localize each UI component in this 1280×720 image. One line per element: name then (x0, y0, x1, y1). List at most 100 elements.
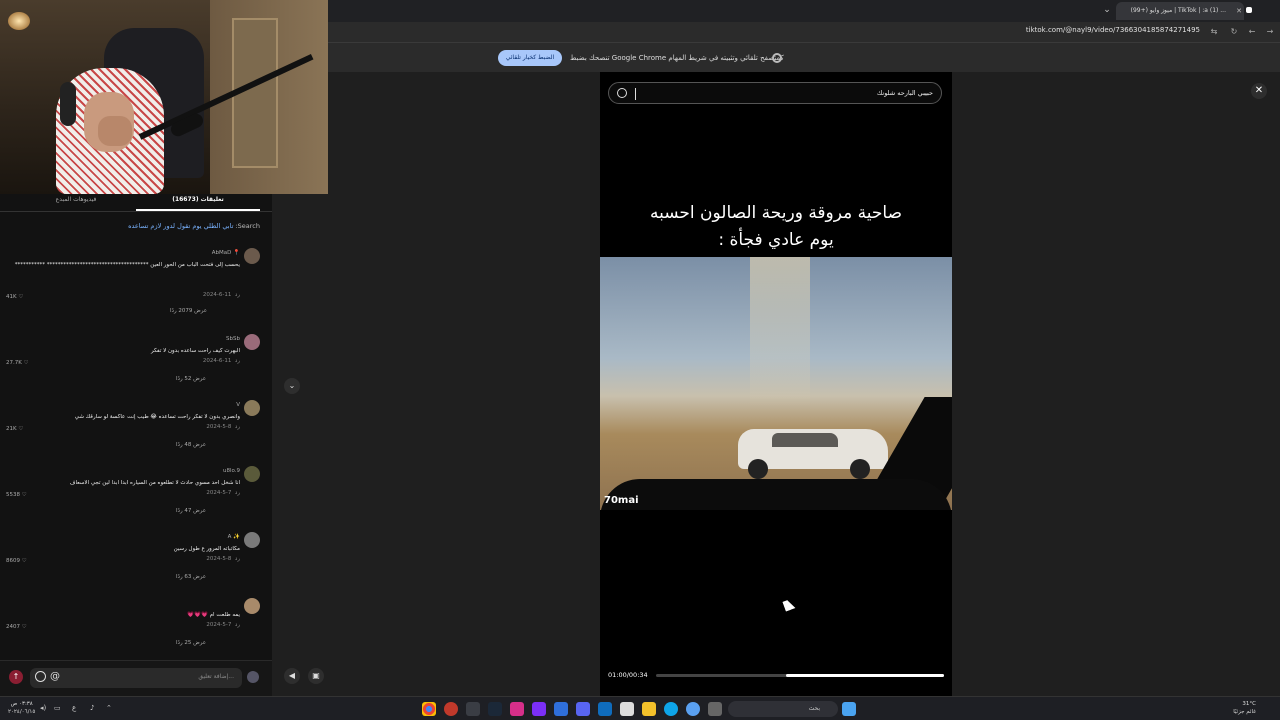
start-icon[interactable] (842, 702, 856, 716)
task-view-icon[interactable] (708, 702, 722, 716)
active-tab-indicator (136, 209, 260, 211)
comment-input[interactable]: إضافة تعليق... (30, 668, 242, 688)
view-replies-button[interactable]: عرض 63 ردًا (176, 574, 206, 580)
app-pink-icon[interactable] (510, 702, 524, 716)
comment-date: 2024-5-8 رد (206, 556, 240, 562)
app-gray-icon[interactable] (466, 702, 480, 716)
avatar[interactable] (244, 532, 260, 548)
search-query-link[interactable]: تابي الطلي يوم تقول لدور لازم تساعده (128, 222, 233, 230)
caption-line-2: يوم عادي فجأة : (718, 230, 834, 250)
webcam-overlay (0, 0, 328, 194)
infobar-text: تنصحك بضبط Google Chrome كمتصفح تلقائي و… (570, 54, 784, 62)
emoji-icon[interactable] (35, 671, 46, 682)
comment-author[interactable]: AbMaD 📍 (212, 250, 240, 256)
speaker-icon[interactable]: ◂) (40, 704, 46, 712)
post-comment-button[interactable]: ↑ (9, 670, 23, 684)
tab-title: (99+) ميوز وايو | TikTok | :a (1) ... (1130, 7, 1226, 14)
user-avatar (247, 671, 259, 683)
tab-creator-videos[interactable]: فيديوهات المبدع (8, 196, 144, 203)
default-browser-infobar: الضبط كخيار تلقائي تنصحك بضبط Google Chr… (328, 42, 1280, 72)
view-replies-button[interactable]: عرض 25 ردًا (176, 640, 206, 646)
comment-date: 2024-5-7 رد (206, 490, 240, 496)
like-count[interactable]: 8609 ♡ (6, 558, 27, 564)
search-prefix: Search: (235, 222, 260, 230)
tab-close-button[interactable]: ✕ (1234, 2, 1244, 20)
url-field[interactable]: tiktok.com/@nayl9/video/7366304185874271… (1026, 26, 1200, 34)
comment-author[interactable]: SbSb (226, 336, 240, 342)
set-default-button[interactable]: الضبط كخيار تلقائي (498, 50, 562, 66)
comments-panel: فيديوهات المبدع تعليقات (16673) Search: … (0, 194, 272, 660)
back-arrow-icon[interactable]: → (1264, 25, 1276, 39)
language-icon[interactable]: ع (72, 704, 76, 712)
video-search-box[interactable]: حبيبي البارحه شلونك (608, 82, 942, 104)
avatar[interactable] (244, 248, 260, 264)
video-progress-bar[interactable] (656, 674, 944, 677)
comment-text: انا شخل احد مسوي حادث لا تطلعوه من السيا… (69, 480, 240, 486)
avatar[interactable] (244, 334, 260, 350)
tab-tiktok[interactable]: (99+) ميوز وايو | TikTok | :a (1) ... (1116, 2, 1244, 20)
mail-icon[interactable] (598, 702, 612, 716)
comment-text: يحسب إلى فتحت الباب من الحور العين *****… (14, 262, 240, 268)
chevron-up-icon[interactable]: ⌃ (106, 704, 112, 712)
video-caption: صاحية مروقة وريحة الصالون احسبه يوم عادي… (600, 200, 952, 254)
teams-icon[interactable] (576, 702, 590, 716)
video-player[interactable]: حبيبي البارحه شلونك صاحية مروقة وريحة ال… (600, 72, 952, 696)
facebook-icon[interactable] (554, 702, 568, 716)
search-icon[interactable] (617, 88, 627, 98)
caption-line-1: صاحية مروقة وريحة الصالون احسبه (649, 203, 903, 223)
comment-item: AbMaD 📍 يحسب إلى فتحت الباب من الحور الع… (0, 248, 272, 314)
search-input[interactable]: حبيبي البارحه شلونك (877, 89, 933, 97)
volume-icon[interactable]: ◀ (284, 668, 300, 684)
like-count[interactable]: 5538 ♡ (6, 492, 27, 498)
related-search[interactable]: Search: تابي الطلي يوم تقول لدور لازم تس… (128, 222, 260, 230)
comment-author[interactable]: V (236, 402, 240, 408)
avatar[interactable] (244, 466, 260, 482)
comment-author[interactable]: A ✨ (228, 534, 240, 540)
view-replies-button[interactable]: عرض 48 ردًا (176, 442, 206, 448)
app-red-icon[interactable] (444, 702, 458, 716)
file-explorer-icon[interactable] (642, 702, 656, 716)
comment-text: مكاتباته المرور ع طول رسين (173, 546, 240, 552)
mouse-cursor-icon (782, 598, 796, 612)
comment-text: وانصري بدون لا تفكر راحت تساعده 😂 طيب إن… (74, 414, 240, 420)
edge-icon[interactable] (664, 702, 678, 716)
like-count[interactable]: 41K ♡ (6, 294, 23, 300)
like-count[interactable]: 2407 ♡ (6, 624, 27, 630)
pip-icon[interactable]: ▣ (308, 668, 324, 684)
dashcam-watermark: 70mai (604, 495, 639, 506)
scroll-down-button[interactable]: ⌄ (284, 378, 300, 394)
view-replies-button[interactable]: عرض 47 ردًا (176, 508, 206, 514)
comment-author[interactable]: u8lo.9 (223, 468, 240, 474)
mention-button[interactable]: @ (50, 671, 60, 682)
steam-icon[interactable] (488, 702, 502, 716)
store-icon[interactable] (620, 702, 634, 716)
weather-widget[interactable]: 31°C غائم جزئيًا (1233, 700, 1256, 716)
clock[interactable]: ٠٣:٣٨ ص ٢٠٢٤/٠٦/١٥ (8, 700, 35, 716)
avatar[interactable] (244, 598, 260, 614)
text-caret (635, 88, 636, 100)
reload-icon[interactable]: ↻ (1228, 25, 1240, 39)
forward-arrow-icon[interactable]: ← (1246, 25, 1258, 39)
comment-item: A ✨ مكاتباته المرور ع طول رسين 2024-5-8 … (0, 532, 272, 598)
dashcam-footage: 70mai (600, 257, 952, 510)
car-window (772, 433, 838, 447)
dashboard (600, 479, 952, 510)
network-icon[interactable]: ▭ (54, 704, 61, 712)
tiktok-favicon-icon (1246, 7, 1252, 13)
close-video-button[interactable]: ✕ (1251, 83, 1267, 99)
taskbar-search[interactable]: بحث (728, 701, 838, 717)
avatar[interactable] (244, 400, 260, 416)
tab-list-icon[interactable]: ⌄ (1100, 2, 1114, 18)
copilot-icon[interactable] (686, 702, 700, 716)
view-replies-button[interactable]: عرض 52 ردًا (176, 376, 206, 382)
tab-comments[interactable]: تعليقات (16673) (130, 196, 266, 203)
headset (60, 82, 76, 126)
view-replies-button[interactable]: عرض 2079 ردًا (170, 308, 207, 314)
like-count[interactable]: 21K ♡ (6, 426, 23, 432)
site-settings-icon[interactable]: ⇆ (1208, 25, 1220, 39)
app-purple-icon[interactable] (532, 702, 546, 716)
comment-date: 2024-5-7 رد (206, 622, 240, 628)
chrome-taskbar-icon[interactable] (422, 702, 436, 716)
like-count[interactable]: 27.7K ♡ (6, 360, 29, 366)
mic-icon[interactable]: ♪ (90, 704, 94, 712)
